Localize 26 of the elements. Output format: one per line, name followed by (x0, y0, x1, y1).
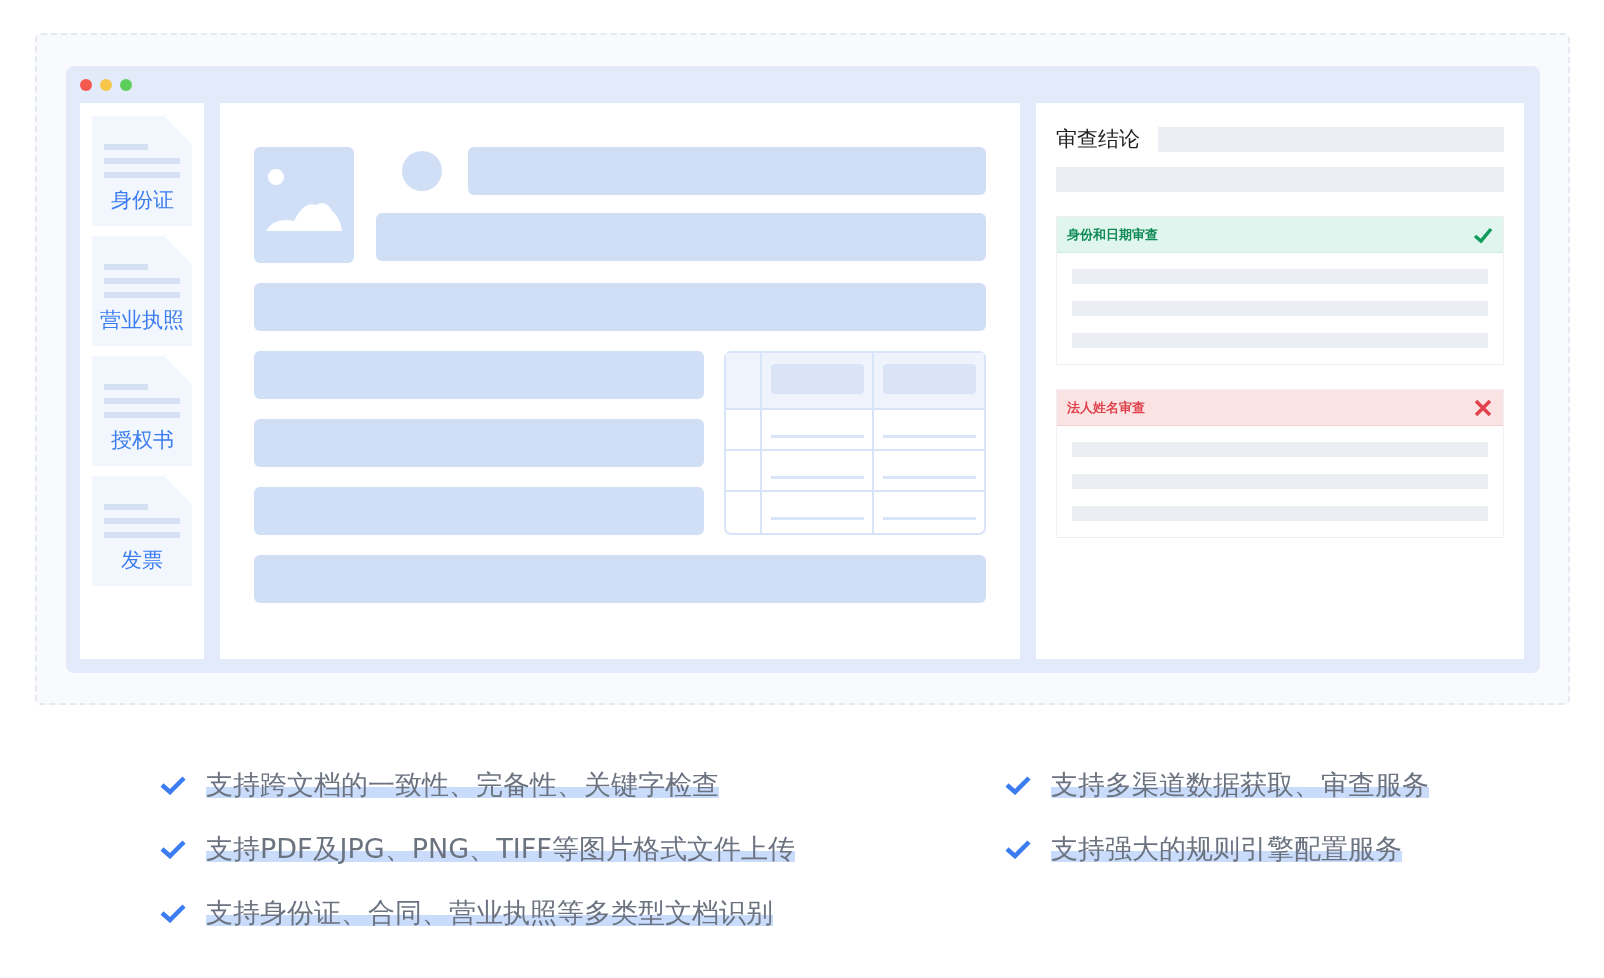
cross-icon (1473, 397, 1493, 418)
maximize-dot-icon (120, 78, 132, 91)
checkmark-icon (160, 775, 186, 795)
check-label: 法人姓名审查 (1067, 398, 1145, 417)
document-card[interactable]: 身份证 (92, 116, 192, 226)
document-card[interactable]: 营业执照 (92, 236, 192, 346)
close-dot-icon (80, 78, 92, 91)
minimize-dot-icon (100, 78, 112, 91)
document-label: 身份证 (110, 187, 174, 214)
review-title: 审查结论 (1056, 126, 1140, 153)
document-card[interactable]: 发票 (92, 476, 192, 586)
document-icon (92, 356, 192, 466)
document-icon (92, 476, 192, 586)
check-label: 身份和日期审查 (1067, 225, 1158, 244)
document-label: 授权书 (110, 427, 174, 454)
document-icon (92, 116, 192, 226)
document-card[interactable]: 授权书 (92, 356, 192, 466)
checkmark-icon (160, 839, 186, 859)
document-label: 营业执照 (100, 307, 184, 334)
checkmark-icon (1005, 775, 1031, 795)
checkmark-icon (160, 903, 186, 923)
document-icon (92, 236, 192, 346)
image-placeholder-icon (254, 147, 354, 263)
checkmark-icon (1005, 839, 1031, 859)
avatar-placeholder (402, 151, 442, 191)
document-label: 发票 (121, 547, 163, 574)
